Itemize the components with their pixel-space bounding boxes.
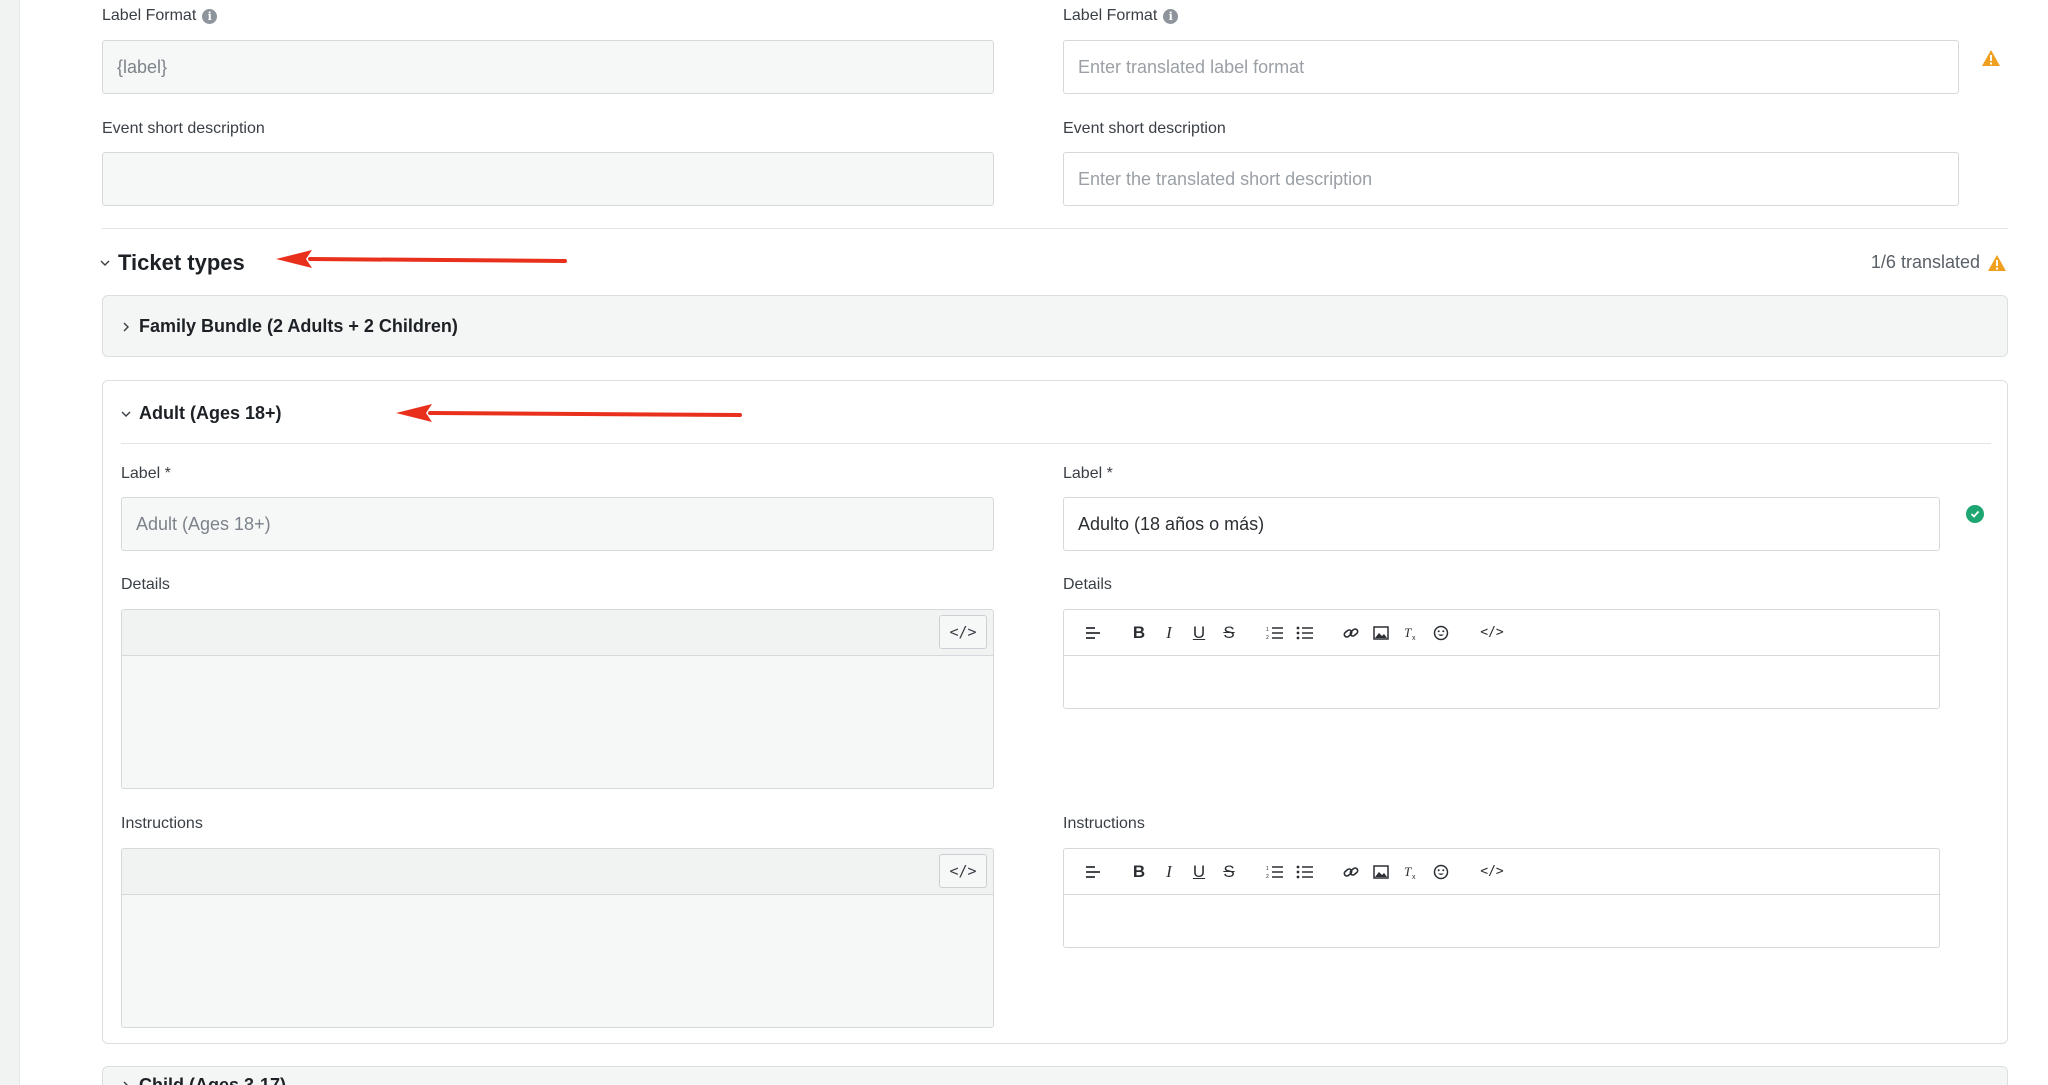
adult-details-translation-editor: B I U S 12 Tx </> [1063, 609, 1940, 709]
emoji-icon[interactable] [1426, 618, 1456, 648]
svg-text:x: x [1412, 635, 1416, 641]
align-icon[interactable] [1078, 618, 1108, 648]
clear-format-icon[interactable]: Tx [1396, 618, 1426, 648]
adult-label-translation-input[interactable]: Adulto (18 años o más) [1063, 497, 1940, 551]
adult-instructions-translation-editor: B I U S 12 Tx </> [1063, 848, 1940, 948]
bold-icon[interactable]: B [1124, 618, 1154, 648]
short-description-translation-label: Event short description [1063, 120, 1226, 137]
short-description-source-field [102, 152, 994, 206]
ticket-types-title: Ticket types [118, 250, 245, 275]
ordered-list-icon[interactable]: 12 [1260, 618, 1290, 648]
adult-label-translation-label: Label * [1063, 465, 1113, 482]
annotation-arrow-icon [396, 404, 742, 422]
translated-count: 1/6 translated [1870, 252, 1980, 272]
panel-divider [121, 443, 1991, 444]
annotation-arrow-icon [276, 250, 567, 268]
svg-text:2: 2 [1266, 635, 1269, 640]
code-view-button[interactable]: </> [939, 615, 987, 649]
bullet-list-icon[interactable] [1290, 857, 1320, 887]
image-icon[interactable] [1366, 618, 1396, 648]
ticket-types-header[interactable]: Ticket types [100, 250, 245, 276]
adult-label-source-field: Adult (Ages 18+) [121, 497, 994, 551]
label-format-label: Label Format i [102, 7, 218, 25]
ticket-child-header[interactable]: Child (Ages 3-17) [121, 1075, 286, 1085]
emoji-icon[interactable] [1426, 857, 1456, 887]
editor-toolbar: </> [122, 849, 993, 895]
image-icon[interactable] [1366, 857, 1396, 887]
warning-icon [1988, 254, 2006, 271]
label-format-translation-label: Label Format i [1063, 7, 1179, 25]
short-description-label: Event short description [102, 120, 265, 137]
label-format-source-field: {label} [102, 40, 994, 94]
chevron-down-icon [100, 260, 110, 266]
chevron-right-icon [123, 1081, 129, 1085]
strikethrough-icon[interactable]: S [1214, 618, 1244, 648]
editor-toolbar: </> [122, 610, 993, 656]
link-icon[interactable] [1336, 618, 1366, 648]
svg-text:1: 1 [1266, 627, 1269, 633]
svg-text:x: x [1412, 874, 1416, 880]
link-icon[interactable] [1336, 857, 1366, 887]
chevron-down-icon [121, 411, 131, 417]
ticket-family-bundle-panel[interactable]: Family Bundle (2 Adults + 2 Children) [102, 295, 2008, 357]
short-description-translation-input[interactable]: Enter the translated short description [1063, 152, 1959, 206]
italic-icon[interactable]: I [1154, 618, 1184, 648]
adult-details-translation-label: Details [1063, 576, 1112, 593]
align-icon[interactable] [1078, 857, 1108, 887]
code-view-icon[interactable]: </> [1472, 618, 1512, 648]
chevron-right-icon [123, 322, 129, 331]
check-circle-icon [1966, 505, 1984, 523]
underline-icon[interactable]: U [1184, 618, 1214, 648]
adult-instructions-translation-label: Instructions [1063, 815, 1145, 832]
rich-text-toolbar: B I U S 12 Tx </> [1064, 610, 1939, 656]
bullet-list-icon[interactable] [1290, 618, 1320, 648]
svg-text:2: 2 [1266, 874, 1269, 879]
svg-text:1: 1 [1266, 866, 1269, 872]
adult-label-label: Label * [121, 465, 171, 482]
adult-instructions-label: Instructions [121, 815, 203, 832]
ticket-family-bundle-header[interactable]: Family Bundle (2 Adults + 2 Children) [121, 316, 458, 337]
adult-instructions-source-editor: </> [121, 848, 994, 1028]
svg-text:T: T [1404, 864, 1412, 879]
info-icon[interactable]: i [202, 8, 218, 24]
bold-icon[interactable]: B [1124, 857, 1154, 887]
info-icon[interactable]: i [1163, 8, 1179, 24]
rich-text-toolbar: B I U S 12 Tx </> [1064, 849, 1939, 895]
code-view-button[interactable]: </> [939, 854, 987, 888]
clear-format-icon[interactable]: Tx [1396, 857, 1426, 887]
ticket-child-panel[interactable]: Child (Ages 3-17) [102, 1066, 2008, 1085]
svg-text:T: T [1404, 625, 1412, 640]
ticket-adult-header[interactable]: Adult (Ages 18+) [121, 403, 282, 424]
italic-icon[interactable]: I [1154, 857, 1184, 887]
adult-details-label: Details [121, 576, 170, 593]
ordered-list-icon[interactable]: 12 [1260, 857, 1290, 887]
underline-icon[interactable]: U [1184, 857, 1214, 887]
left-sidebar-edge [0, 0, 20, 1085]
label-format-translation-input[interactable]: Enter translated label format [1063, 40, 1959, 94]
strikethrough-icon[interactable]: S [1214, 857, 1244, 887]
section-divider [102, 228, 2008, 229]
translation-progress: 1/6 translated [1871, 252, 2006, 273]
adult-details-source-editor: </> [121, 609, 994, 789]
warning-icon [1982, 50, 2000, 66]
code-view-icon[interactable]: </> [1472, 857, 1512, 887]
